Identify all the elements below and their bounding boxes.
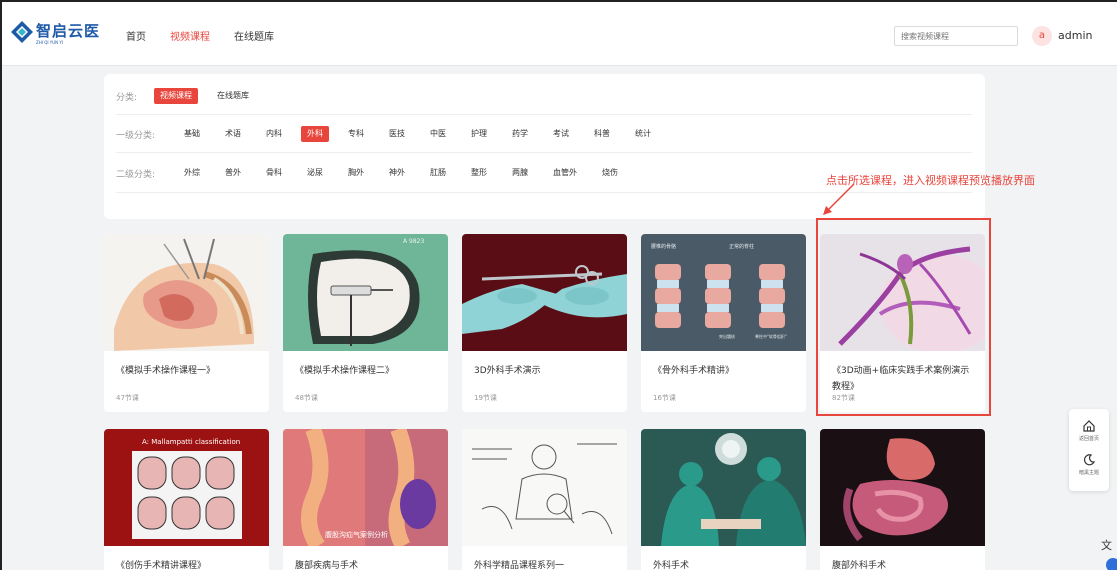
back-home-label: 返回首页 <box>1078 436 1099 442</box>
filter-level1-item[interactable]: 医技 <box>383 126 411 142</box>
course-card[interactable]: 3D外科手术演示 19节课 <box>462 234 627 412</box>
filter-row-category: 分类: 视频课程 在线题库 <box>116 88 268 104</box>
course-card[interactable]: 外科手术 <box>641 429 806 570</box>
filter-level2-item[interactable]: 胸外 <box>342 165 370 181</box>
course-lessons: 48节课 <box>295 394 318 402</box>
top-header: 智启云医 ZHI QI YUN YI 首页 视频课程 在线题库 a admin <box>2 2 1117 66</box>
course-thumbnail: 腹股沟疝气案例分析 <box>283 429 448 546</box>
filter-level1-item[interactable]: 基础 <box>178 126 206 142</box>
filter-level2-item[interactable]: 整形 <box>465 165 493 181</box>
logo-icon <box>11 21 33 43</box>
course-lessons: 16节课 <box>653 394 676 402</box>
course-title: 《创伤手术精讲课程》 <box>116 561 207 570</box>
translate-icon[interactable]: 文 <box>1101 537 1112 553</box>
course-thumbnail: A 9823 <box>283 234 448 351</box>
back-home-button[interactable]: 返回首页 <box>1069 419 1109 442</box>
filter-level2-item[interactable]: 两腺 <box>506 165 534 181</box>
course-title: 腹部外科手术 <box>832 561 887 570</box>
chat-bubble-icon[interactable] <box>1106 558 1117 570</box>
course-title: 外科学精品课程系列一 <box>474 561 565 570</box>
course-card[interactable]: 外科学精品课程系列一 <box>462 429 627 570</box>
thumb-label: 腰椎的骨骼 <box>651 243 676 250</box>
search-input[interactable] <box>894 26 1018 46</box>
filter-level1-item[interactable]: 护理 <box>465 126 493 142</box>
course-card[interactable]: 《模拟手术操作课程一》 47节课 <box>104 234 269 412</box>
course-card[interactable]: 腹部外科手术 <box>820 429 985 570</box>
course-title: 腹部疾病与手术 <box>295 561 359 570</box>
filter-label-category: 分类: <box>116 92 138 103</box>
dark-theme-label: 暗黑主题 <box>1078 470 1099 476</box>
course-title: 《骨外科手术精讲》 <box>653 366 735 376</box>
course-title: 3D外科手术演示 <box>474 366 541 376</box>
nav-question-bank[interactable]: 在线题库 <box>234 28 274 43</box>
filter-level1-item[interactable]: 专科 <box>342 126 370 142</box>
course-thumbnail <box>641 429 806 546</box>
filter-level2-item[interactable]: 骨科 <box>260 165 288 181</box>
logo-text: 智启云医 <box>36 22 101 40</box>
logo[interactable]: 智启云医 ZHI QI YUN YI <box>10 20 102 52</box>
annotation-arrow-icon <box>823 183 855 215</box>
avatar[interactable]: a <box>1032 26 1052 46</box>
filter-level2-item[interactable]: 烧伤 <box>596 165 624 181</box>
floating-toolbar: 返回首页 暗黑主题 <box>1069 409 1109 491</box>
nav-home[interactable]: 首页 <box>126 28 146 43</box>
thumb-label: 脊柱中"软骨组织" <box>755 333 787 339</box>
filter-label-level1: 一级分类: <box>116 130 156 141</box>
logo-subtitle: ZHI QI YUN YI <box>36 40 64 45</box>
home-icon <box>1083 420 1095 432</box>
course-lessons: 47节课 <box>116 394 139 402</box>
filter-label-level2: 二级分类: <box>116 169 156 180</box>
filter-level1-item[interactable]: 考试 <box>547 126 575 142</box>
course-thumbnail <box>462 429 627 546</box>
nav-video-courses[interactable]: 视频课程 <box>170 28 210 43</box>
filter-level1-item[interactable]: 术语 <box>219 126 247 142</box>
filter-level1-item[interactable]: 中医 <box>424 126 452 142</box>
course-title: 《模拟手术操作课程一》 <box>116 366 216 376</box>
selection-highlight-box <box>816 218 991 416</box>
filter-level2-item[interactable]: 外综 <box>178 165 206 181</box>
thumb-label: 正常的脊柱 <box>729 243 754 250</box>
filter-category-bank[interactable]: 在线题库 <box>211 88 255 104</box>
course-card[interactable]: 腹股沟疝气案例分析 腹部疾病与手术 <box>283 429 448 570</box>
thumb-caption: 腹股沟疝气案例分析 <box>325 530 388 539</box>
course-thumbnail: A: Mallampatti classification <box>104 429 269 546</box>
main-nav: 首页 视频课程 在线题库 <box>126 28 298 43</box>
course-lessons: 19节课 <box>474 394 497 402</box>
filter-level2-item[interactable]: 肛肠 <box>424 165 452 181</box>
filter-level1-item-active[interactable]: 外科 <box>301 126 329 142</box>
course-title: 外科手术 <box>653 561 690 570</box>
filter-row-level1: 一级分类: 基础 术语 内科 外科 专科 医技 中医 护理 药学 考试 科普 统… <box>116 126 670 142</box>
filter-level1-item[interactable]: 内科 <box>260 126 288 142</box>
course-card[interactable]: A: Mallampatti classification 《创伤手术精讲课程》 <box>104 429 269 570</box>
filter-level2-item[interactable]: 神外 <box>383 165 411 181</box>
filter-level1-item[interactable]: 科普 <box>588 126 616 142</box>
thumb-title: A: Mallampatti classification <box>142 438 240 446</box>
filter-level2-item[interactable]: 血管外 <box>547 165 583 181</box>
thumb-label: 突出髓核 <box>719 333 735 339</box>
course-card[interactable]: A 9823 《模拟手术操作课程二》 48节课 <box>283 234 448 412</box>
course-thumbnail: 腰椎的骨骼 正常的脊柱 突出髓核 脊柱中"软骨组织" <box>641 234 806 351</box>
dark-theme-button[interactable]: 暗黑主题 <box>1069 453 1109 476</box>
thumb-tag: A 9823 <box>403 238 424 245</box>
course-thumbnail <box>820 429 985 546</box>
filter-level2-item[interactable]: 泌尿 <box>301 165 329 181</box>
course-title: 《模拟手术操作课程二》 <box>295 366 395 376</box>
course-thumbnail <box>462 234 627 351</box>
filter-level2-item[interactable]: 普外 <box>219 165 247 181</box>
username[interactable]: admin <box>1058 29 1092 42</box>
course-thumbnail <box>104 234 269 351</box>
filter-level1-item[interactable]: 药学 <box>506 126 534 142</box>
moon-icon <box>1083 454 1096 466</box>
filter-row-level2: 二级分类: 外综 普外 骨科 泌尿 胸外 神外 肛肠 整形 两腺 血管外 烧伤 <box>116 165 637 181</box>
filter-level1-item[interactable]: 统计 <box>629 126 657 142</box>
filter-category-video[interactable]: 视频课程 <box>154 88 198 104</box>
course-card[interactable]: 腰椎的骨骼 正常的脊柱 突出髓核 脊柱中"软骨组织" 《骨外科手术精讲》 16节… <box>641 234 806 412</box>
